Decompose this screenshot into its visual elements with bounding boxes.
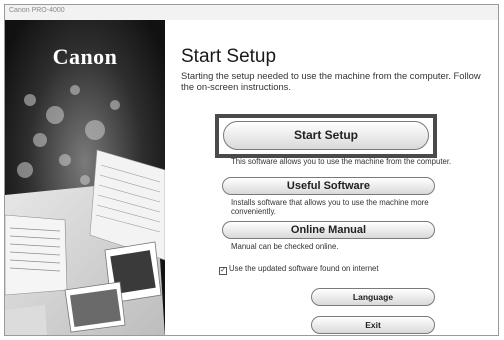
left-image-panel: Canon (5, 20, 165, 335)
title-bar: Canon PRO-4000 (5, 5, 498, 21)
update-software-checkbox[interactable]: ✓ (219, 267, 227, 275)
update-software-checkbox-row[interactable]: ✓ Use the updated software found on inter… (219, 264, 379, 275)
canon-logo: Canon (52, 44, 118, 69)
main-panel: Start Setup Starting the setup needed to… (165, 20, 498, 335)
online-manual-button[interactable]: Online Manual (222, 221, 435, 239)
page-title: Start Setup (181, 46, 277, 67)
update-software-label: Use the updated software found on intern… (229, 264, 379, 273)
exit-button[interactable]: Exit (311, 316, 435, 334)
useful-software-description: Installs software that allows you to use… (231, 198, 429, 216)
language-button[interactable]: Language (311, 288, 435, 306)
window-title: Canon PRO-4000 (9, 7, 65, 14)
start-setup-description: This software allows you to use the mach… (231, 157, 452, 166)
useful-software-button[interactable]: Useful Software (222, 177, 435, 195)
online-manual-description: Manual can be checked online. (231, 242, 339, 251)
start-setup-button[interactable]: Start Setup (223, 121, 429, 150)
page-subtitle: Starting the setup needed to use the mac… (181, 70, 481, 92)
setup-window: Canon PRO-4000 Canon Start Setup Startin… (4, 4, 499, 336)
